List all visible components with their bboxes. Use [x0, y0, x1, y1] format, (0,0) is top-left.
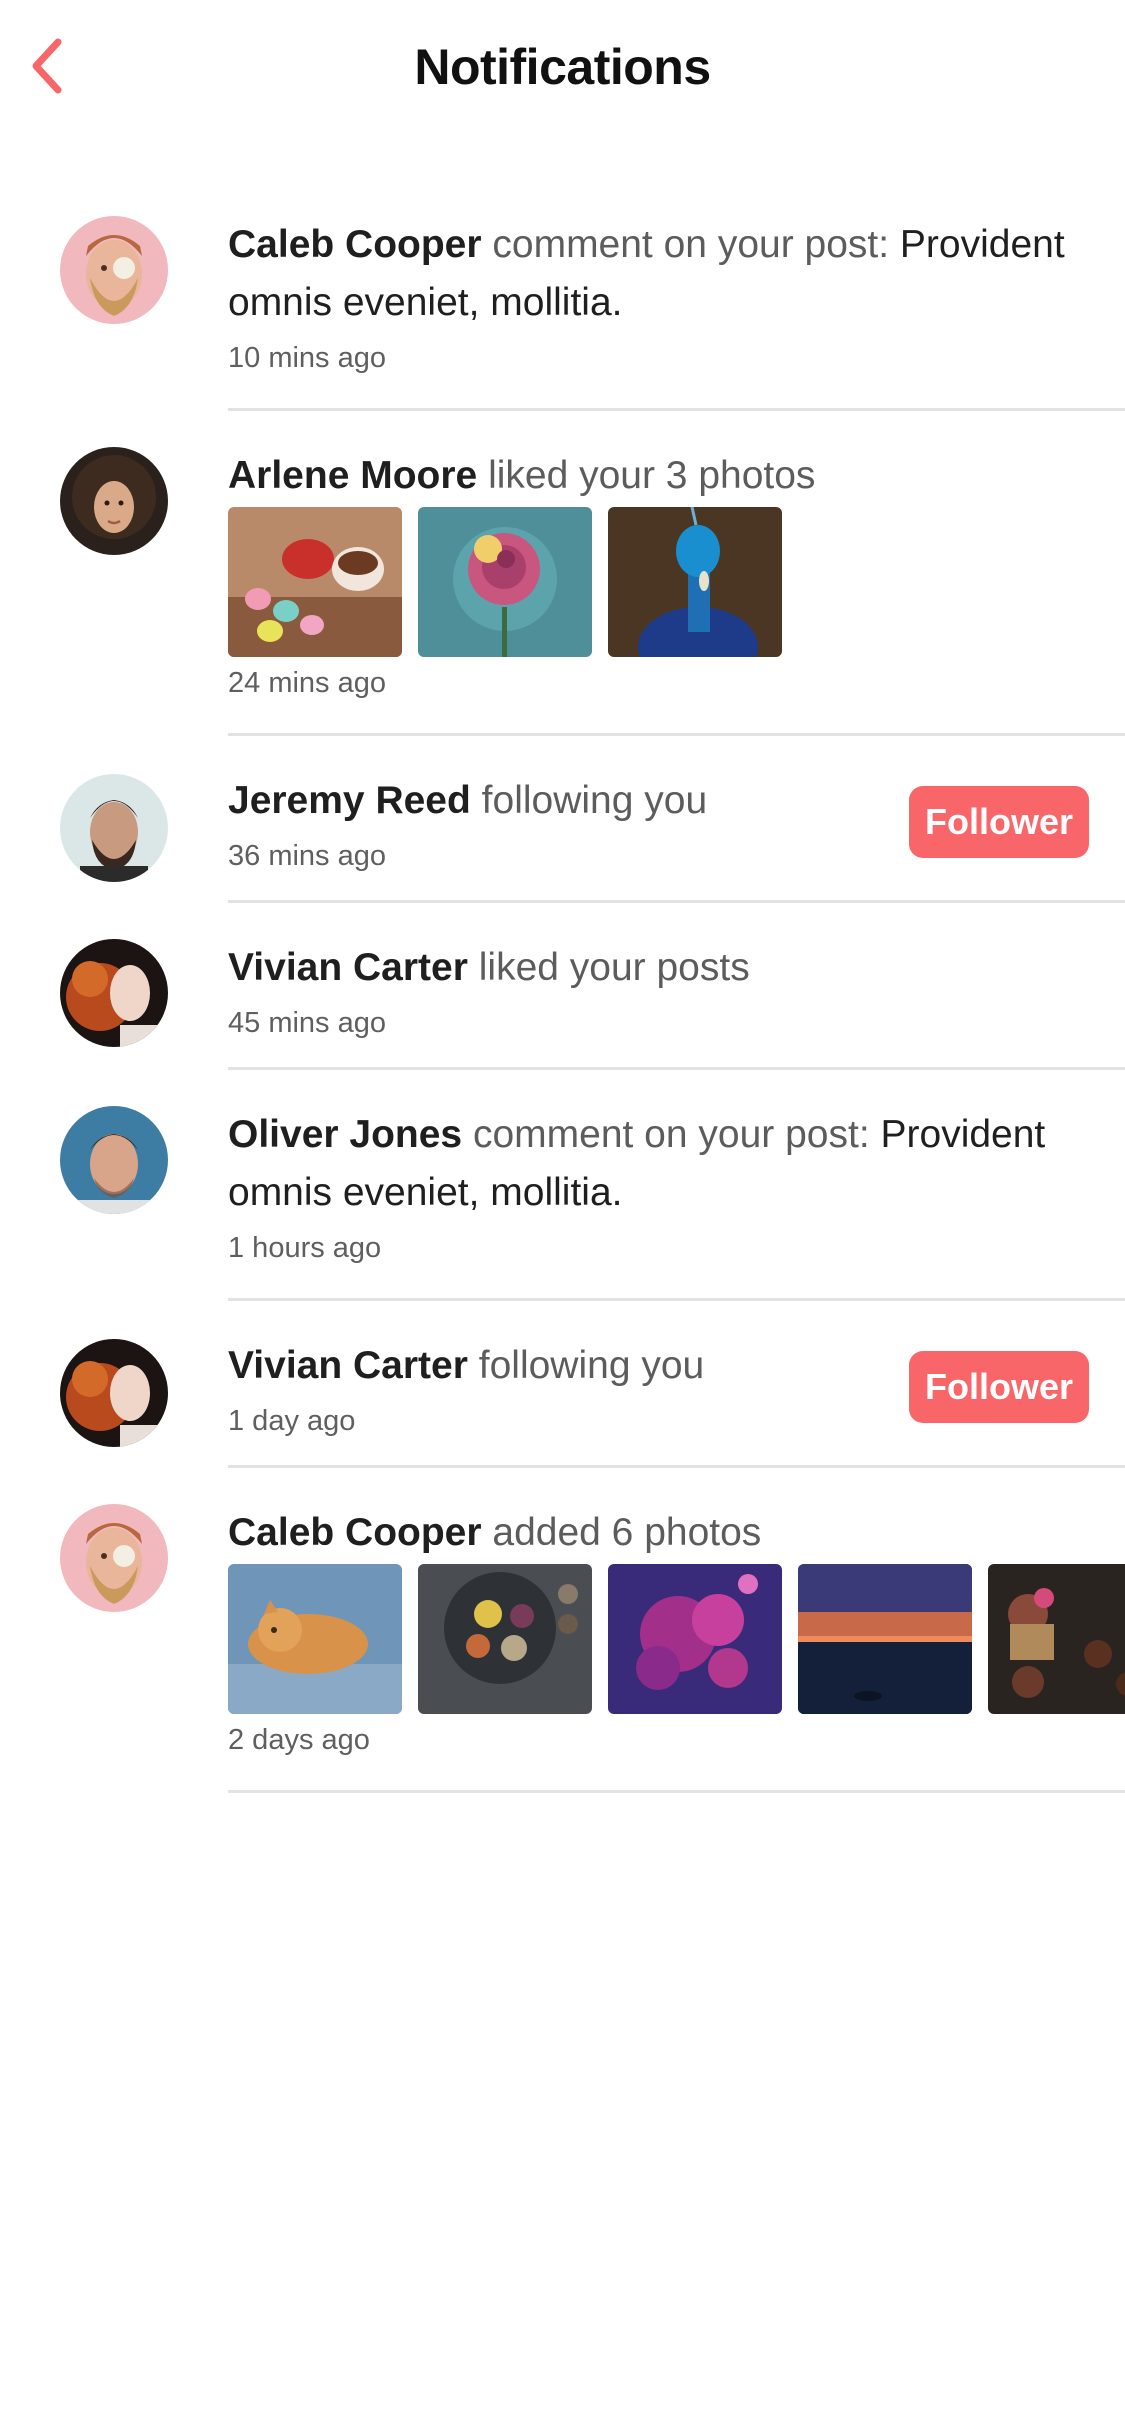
photo-thumbnail[interactable]	[418, 1564, 592, 1714]
timestamp: 2 days ago	[228, 1724, 370, 1756]
notification-item[interactable]: Jeremy Reed following you 36 mins ago Fo…	[0, 736, 1125, 903]
photo-thumbnail[interactable]	[608, 507, 782, 657]
photo-thumbnail[interactable]	[798, 1564, 972, 1714]
user-name[interactable]: Vivian Carter	[228, 946, 468, 989]
action-text: comment on your post:	[472, 1113, 870, 1156]
action-text: following you	[478, 1344, 705, 1387]
notification-list: Caleb Cooper comment on your post: Provi…	[0, 190, 1125, 1793]
notification-item[interactable]: Arlene Moore liked your 3 photos 24 mins…	[0, 411, 1125, 736]
user-name[interactable]: Arlene Moore	[228, 454, 477, 497]
action-text: added 6 photos	[492, 1511, 762, 1554]
timestamp: 1 hours ago	[228, 1232, 382, 1264]
avatar[interactable]	[60, 216, 168, 324]
header: Notifications	[0, 0, 1125, 140]
user-name[interactable]: Jeremy Reed	[228, 779, 471, 822]
photo-thumbnail[interactable]	[418, 507, 592, 657]
action-text: liked your 3 photos	[488, 454, 816, 497]
photo-thumbnail[interactable]	[228, 1564, 402, 1714]
notification-item[interactable]: Vivian Carter liked your posts 45 mins a…	[0, 903, 1125, 1070]
user-name[interactable]: Oliver Jones	[228, 1113, 462, 1156]
avatar[interactable]	[60, 1339, 168, 1447]
page-title: Notifications	[414, 39, 711, 95]
notification-item[interactable]: Caleb Cooper added 6 photos 2 days ago	[0, 1468, 1125, 1793]
timestamp: 24 mins ago	[228, 667, 386, 699]
action-text: following you	[481, 779, 708, 822]
photo-thumbnail[interactable]	[608, 1564, 782, 1714]
photo-strip	[228, 507, 1125, 657]
action-text: comment on your post:	[492, 223, 890, 266]
avatar[interactable]	[60, 1106, 168, 1214]
photo-strip	[228, 1564, 1125, 1714]
user-name[interactable]: Caleb Cooper	[228, 1511, 482, 1554]
notification-item[interactable]: Oliver Jones comment on your post: Provi…	[0, 1070, 1125, 1301]
follower-button[interactable]: Follower	[909, 786, 1089, 858]
avatar[interactable]	[60, 447, 168, 555]
avatar[interactable]	[60, 774, 168, 882]
notification-item[interactable]: Vivian Carter following you 1 day ago Fo…	[0, 1301, 1125, 1468]
user-name[interactable]: Vivian Carter	[228, 1344, 468, 1387]
avatar[interactable]	[60, 1504, 168, 1612]
photo-thumbnail[interactable]	[228, 507, 402, 657]
photo-thumbnail[interactable]	[988, 1564, 1125, 1714]
avatar[interactable]	[60, 939, 168, 1047]
action-text: liked your posts	[478, 946, 750, 989]
user-name[interactable]: Caleb Cooper	[228, 223, 482, 266]
timestamp: 10 mins ago	[228, 342, 386, 374]
timestamp: 45 mins ago	[228, 1007, 386, 1039]
notification-item[interactable]: Caleb Cooper comment on your post: Provi…	[0, 190, 1125, 411]
follower-button[interactable]: Follower	[909, 1351, 1089, 1423]
